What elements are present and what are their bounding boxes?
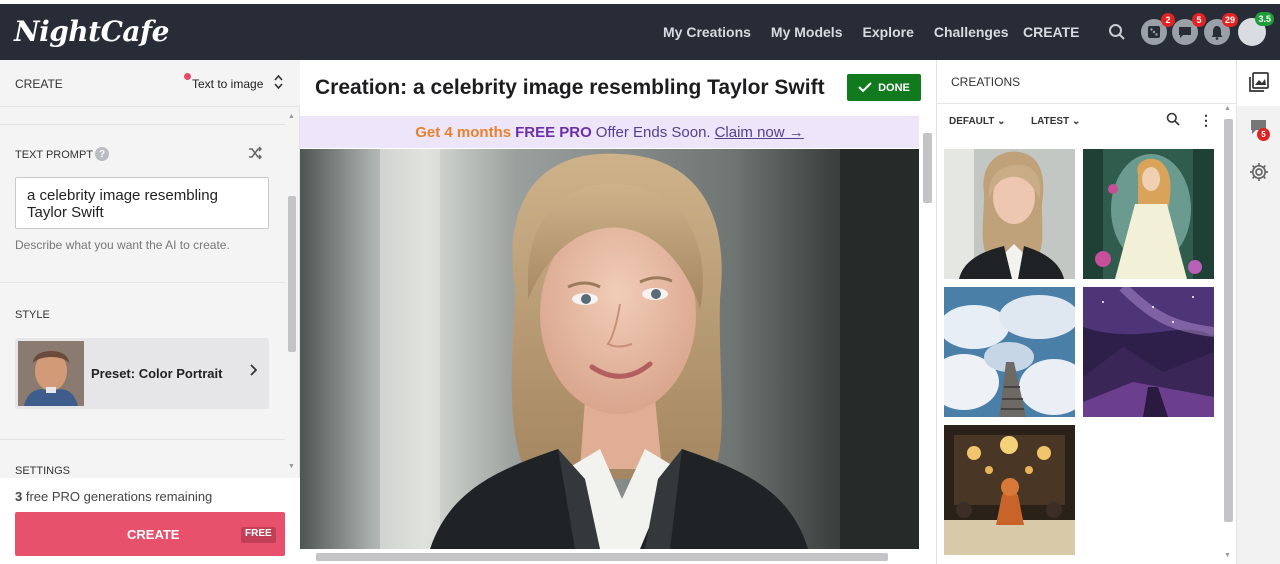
- free-generations-text: 3 free PRO generations remaining: [15, 489, 212, 504]
- creation-thumbnail[interactable]: [944, 149, 1075, 279]
- free-tag: FREE: [241, 527, 276, 543]
- logo[interactable]: NightCafe: [14, 15, 169, 48]
- preset-thumbnail: [18, 341, 84, 406]
- settings-label: SETTINGS: [15, 465, 71, 477]
- create-panel-header: CREATE Text to image: [0, 60, 300, 107]
- style-preset-card[interactable]: Preset: Color Portrait: [15, 338, 269, 409]
- default-filter[interactable]: DEFAULT ⌄: [949, 116, 1006, 127]
- chat-icon[interactable]: 5: [1172, 13, 1206, 45]
- check-icon: [858, 80, 872, 96]
- promo-free-pro: FREE PRO: [515, 123, 592, 141]
- create-panel: CREATE Text to image TEXT PROMPT ? a cel…: [0, 60, 300, 564]
- nav-challenges[interactable]: Challenges: [934, 24, 1009, 40]
- style-label: STYLE: [15, 309, 50, 321]
- more-icon[interactable]: ⋮: [1199, 112, 1213, 129]
- default-filter-label: DEFAULT: [949, 116, 995, 127]
- nav-explore[interactable]: Explore: [863, 24, 914, 40]
- preset-label: Preset: Color Portrait: [91, 366, 223, 381]
- done-label: DONE: [878, 81, 910, 94]
- chevron-right-icon: [249, 363, 258, 379]
- create-button[interactable]: CREATE FREE: [15, 512, 285, 556]
- prompt-hint: Describe what you want the AI to create.: [15, 238, 230, 252]
- divider: [0, 282, 285, 283]
- divider: [0, 124, 285, 125]
- create-button-label: CREATE: [127, 527, 180, 542]
- center-scrollbar[interactable]: [921, 130, 933, 550]
- search-icon[interactable]: [1104, 19, 1130, 45]
- chat-badge: 5: [1192, 13, 1206, 27]
- side-rail: 5: [1236, 60, 1280, 564]
- scroll-up-icon[interactable]: ▲: [1224, 105, 1231, 112]
- level-badge: 3.5: [1255, 12, 1274, 26]
- creations-title: CREATIONS: [951, 75, 1021, 89]
- create-panel-title: CREATE: [15, 77, 63, 91]
- latest-filter-label: LATEST: [1031, 116, 1070, 127]
- divider: [937, 103, 1237, 104]
- mode-selector[interactable]: Text to image: [192, 77, 263, 91]
- divider: [0, 439, 285, 440]
- navbar: NightCafe My Creations My Models Explore…: [0, 4, 1280, 60]
- updown-chevron-icon[interactable]: [274, 74, 283, 91]
- gallery-icon[interactable]: [1249, 72, 1269, 98]
- creation-image[interactable]: [300, 149, 919, 549]
- nav-links: My Creations My Models Explore Challenge…: [663, 4, 1029, 60]
- claim-now-link[interactable]: Claim now →: [715, 124, 804, 141]
- settings-gear-icon[interactable]: [1249, 162, 1269, 188]
- scroll-up-icon[interactable]: ▲: [288, 113, 295, 120]
- creation-view: Creation: a celebrity image resembling T…: [300, 60, 936, 564]
- scroll-down-icon[interactable]: ▼: [288, 463, 295, 470]
- center-hscrollbar[interactable]: [300, 551, 919, 563]
- creations-scroll-thumb[interactable]: [1224, 119, 1233, 522]
- help-icon[interactable]: ?: [95, 147, 109, 161]
- latest-filter[interactable]: LATEST ⌄: [1031, 116, 1080, 127]
- promo-banner[interactable]: Get 4 months FREE PRO Offer Ends Soon. C…: [300, 116, 919, 148]
- create-footer: 3 free PRO generations remaining CREATE …: [0, 478, 300, 564]
- center-scroll-thumb[interactable]: [923, 133, 932, 203]
- creation-thumbnail[interactable]: [929, 287, 1089, 417]
- user-avatar[interactable]: 3.5: [1238, 12, 1274, 46]
- creation-thumbnail[interactable]: [944, 425, 1075, 555]
- page-title: Creation: a celebrity image resembling T…: [315, 76, 825, 99]
- done-button[interactable]: DONE: [847, 74, 921, 101]
- text-prompt-label: TEXT PROMPT: [15, 149, 94, 161]
- creations-panel: CREATIONS DEFAULT ⌄ LATEST ⌄ ⋮ ▲ ▼: [929, 60, 1237, 564]
- scroll-down-icon[interactable]: ▼: [1224, 552, 1231, 559]
- left-scroll-thumb[interactable]: [288, 196, 296, 352]
- free-generations-label: free PRO generations remaining: [22, 489, 213, 504]
- bell-badge: 29: [1221, 13, 1238, 27]
- left-scrollbar[interactable]: ▲ ▼: [286, 113, 298, 473]
- search-icon[interactable]: [1166, 112, 1180, 129]
- creations-scrollbar[interactable]: ▲ ▼: [1222, 105, 1234, 563]
- creation-thumbnail[interactable]: [1083, 283, 1215, 417]
- comments-badge: 5: [1257, 128, 1270, 141]
- bell-icon[interactable]: 29: [1204, 13, 1238, 45]
- creation-thumbnail[interactable]: [1083, 149, 1214, 279]
- notification-dot: [184, 73, 191, 80]
- prompt-input[interactable]: a celebrity image resembling Taylor Swif…: [15, 177, 269, 229]
- chevron-down-icon: ⌄: [997, 116, 1006, 127]
- shuffle-icon[interactable]: [248, 146, 263, 163]
- nav-my-creations[interactable]: My Creations: [663, 24, 751, 40]
- nav-my-models[interactable]: My Models: [771, 24, 843, 40]
- center-hscroll-thumb[interactable]: [316, 553, 888, 561]
- chevron-down-icon: ⌄: [1071, 116, 1081, 127]
- nav-create[interactable]: CREATE: [1023, 24, 1080, 40]
- promo-offer: Offer Ends Soon.: [595, 123, 711, 141]
- promo-months: Get 4 months: [415, 123, 512, 141]
- dice-icon[interactable]: 2: [1141, 13, 1175, 45]
